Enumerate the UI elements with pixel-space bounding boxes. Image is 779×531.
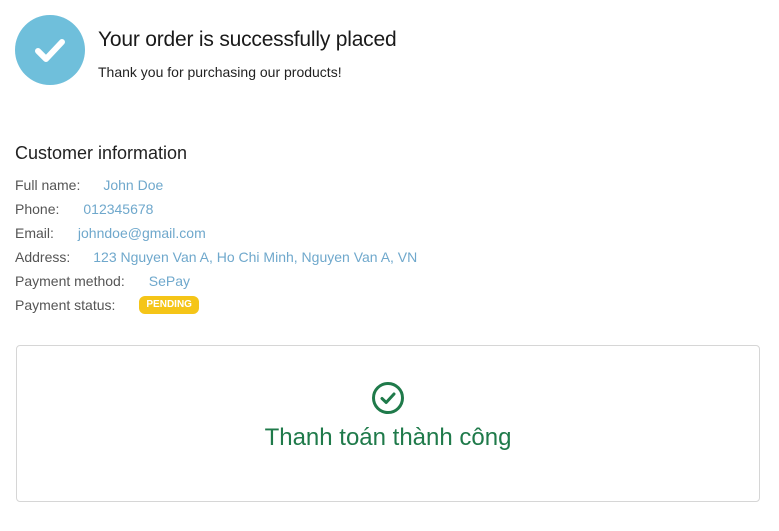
payment-status-label: Payment status: (15, 297, 116, 313)
address-label: Address: (15, 249, 71, 265)
payment-success-message: Thanh toán thành công (264, 424, 512, 451)
info-row-email: Email: johndoe@gmail.com (15, 221, 417, 245)
full-name-value: John Doe (103, 177, 164, 193)
payment-result-panel: Thanh toán thành công (16, 345, 760, 502)
info-row-payment-method: Payment method: SePay (15, 269, 417, 293)
info-row-full-name: Full name: John Doe (15, 173, 417, 197)
email-value: johndoe@gmail.com (77, 225, 206, 241)
check-icon (35, 39, 65, 62)
info-row-phone: Phone: 012345678 (15, 197, 417, 221)
page-subtitle: Thank you for purchasing our products! (98, 64, 342, 80)
info-row-payment-status: Payment status: PENDING (15, 293, 417, 317)
address-value: 123 Nguyen Van A, Ho Chi Minh, Nguyen Va… (93, 249, 418, 265)
customer-info-heading: Customer information (15, 143, 188, 163)
status-badge: PENDING (139, 296, 199, 314)
customer-info-list: Full name: John Doe Phone: 012345678 Ema… (15, 173, 417, 317)
payment-method-value: SePay (148, 273, 190, 289)
phone-value: 012345678 (83, 201, 154, 217)
header-text: Your order is successfully placed Thank … (98, 15, 397, 81)
phone-label: Phone: (15, 201, 60, 217)
order-success-header: Your order is successfully placed Thank … (15, 15, 397, 85)
email-label: Email: (15, 225, 54, 241)
success-badge (15, 15, 85, 85)
info-row-address: Address: 123 Nguyen Van A, Ho Chi Minh, … (15, 245, 417, 269)
check-circle-icon (372, 382, 404, 414)
payment-method-label: Payment method: (15, 273, 125, 289)
full-name-label: Full name: (15, 177, 81, 193)
page-title: Your order is successfully placed (98, 28, 397, 51)
order-confirmation-page: Your order is successfully placed Thank … (0, 0, 779, 531)
